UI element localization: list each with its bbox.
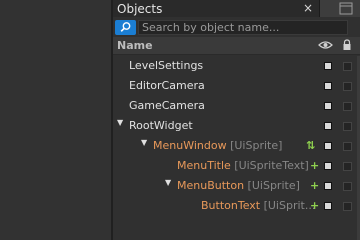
sort-arrows-icon[interactable]: ⇅: [306, 139, 315, 152]
tree-row-label: MenuWindow [UiSprite]: [153, 139, 282, 152]
lock-toggle[interactable]: [343, 122, 352, 131]
name-column-header[interactable]: Name: [117, 39, 153, 52]
lock-toggle[interactable]: [343, 182, 352, 191]
objects-panel: Objects × Name: [113, 0, 360, 240]
visibility-toggle[interactable]: [324, 62, 332, 70]
visibility-toggle[interactable]: [324, 142, 332, 150]
eye-icon[interactable]: [318, 40, 333, 53]
visibility-toggle[interactable]: [324, 202, 332, 210]
tab-objects[interactable]: Objects ×: [113, 0, 320, 17]
object-name: ButtonText: [201, 199, 261, 212]
tree-row-label: GameCamera: [129, 99, 205, 112]
object-name: MenuWindow: [153, 139, 227, 152]
expand-arrow-icon[interactable]: ▼: [165, 178, 171, 187]
visibility-toggle[interactable]: [324, 122, 332, 130]
lock-icon[interactable]: [342, 39, 352, 54]
add-icon[interactable]: +: [310, 159, 319, 172]
window-menu-icon[interactable]: [339, 2, 353, 18]
object-name: MenuTitle: [177, 159, 231, 172]
viewport-area: [0, 0, 111, 240]
tree-row-label: RootWidget: [129, 119, 193, 132]
object-name: MenuButton: [177, 179, 245, 192]
expand-arrow-icon[interactable]: ▼: [141, 138, 147, 147]
lock-toggle[interactable]: [343, 142, 352, 151]
object-type: [UiSprite]: [226, 139, 283, 152]
object-type: [UiSprite]: [244, 179, 300, 192]
tree-row-editorcamera[interactable]: EditorCamera: [113, 76, 360, 96]
tree-row-label: LevelSettings: [129, 59, 204, 72]
close-icon[interactable]: ×: [303, 1, 313, 15]
tree-row-buttontext[interactable]: ButtonText [UiSprit... +: [113, 196, 360, 216]
tree-row-label: ButtonText [UiSprit...: [201, 199, 315, 212]
visibility-toggle[interactable]: [324, 182, 332, 190]
visibility-toggle[interactable]: [324, 102, 332, 110]
search-input[interactable]: [138, 20, 348, 35]
tree-row-gamecamera[interactable]: GameCamera: [113, 96, 360, 116]
search-button[interactable]: [115, 20, 136, 35]
panel-titlebar: Objects ×: [113, 0, 360, 17]
expand-arrow-icon[interactable]: ▼: [117, 118, 123, 127]
visibility-toggle[interactable]: [324, 162, 332, 170]
tree-row-menuwindow[interactable]: ▼ MenuWindow [UiSprite] ⇅: [113, 136, 360, 156]
tree-row-menubutton[interactable]: ▼ MenuButton [UiSprite] +: [113, 176, 360, 196]
tree-row-label: EditorCamera: [129, 79, 205, 92]
object-type: [UiSprit...: [260, 199, 316, 212]
add-icon[interactable]: +: [310, 199, 319, 212]
lock-toggle[interactable]: [343, 162, 352, 171]
visibility-toggle[interactable]: [324, 82, 332, 90]
lock-toggle[interactable]: [343, 62, 352, 71]
lock-toggle[interactable]: [343, 82, 352, 91]
add-icon[interactable]: +: [310, 179, 319, 192]
tree-row-rootwidget[interactable]: ▼ RootWidget: [113, 116, 360, 136]
lock-toggle[interactable]: [343, 102, 352, 111]
search-bar: [113, 19, 360, 37]
search-icon: [120, 22, 131, 32]
column-header: Name: [113, 37, 360, 55]
tree-row-menutitle[interactable]: MenuTitle [UiSpriteText] +: [113, 156, 360, 176]
object-type: [UiSpriteText]: [230, 159, 309, 172]
tree-row-label: MenuButton [UiSprite]: [177, 179, 300, 192]
tree-row-levelsettings[interactable]: LevelSettings: [113, 56, 360, 76]
panel-title: Objects: [117, 2, 163, 16]
tree-row-label: MenuTitle [UiSpriteText]: [177, 159, 309, 172]
lock-toggle[interactable]: [343, 202, 352, 211]
